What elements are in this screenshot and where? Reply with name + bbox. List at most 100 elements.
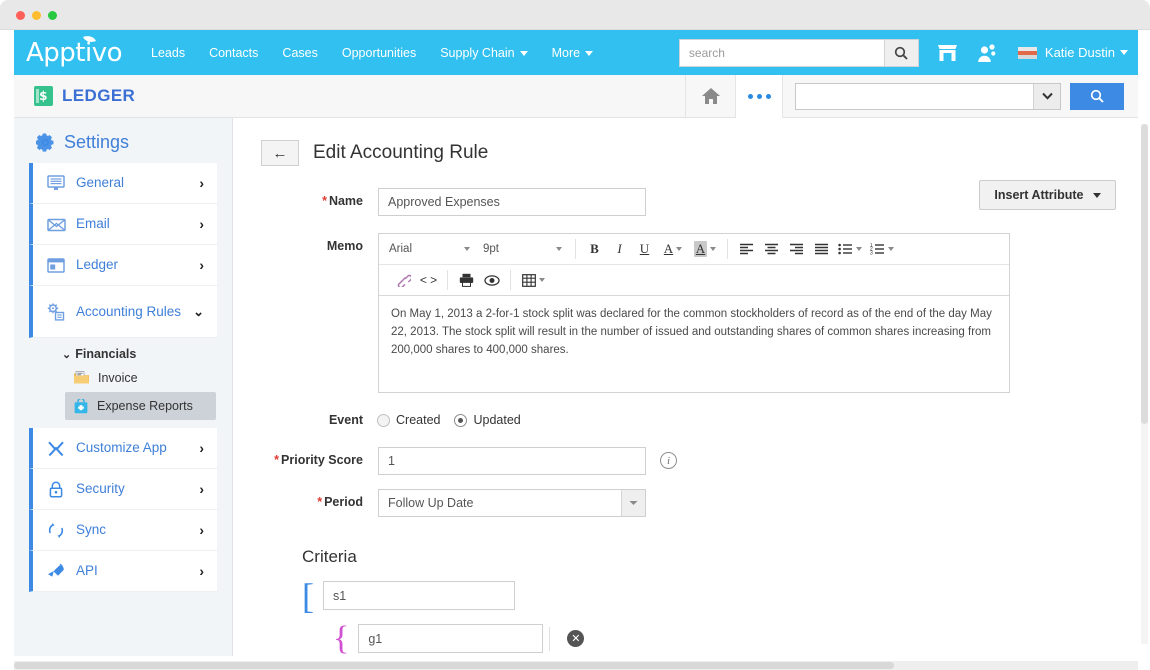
page-title: Edit Accounting Rule [313, 142, 488, 164]
insert-attribute-button[interactable]: Insert Attribute [979, 180, 1116, 210]
align-right-button[interactable] [784, 238, 809, 261]
page-header: ← Edit Accounting Rule [247, 132, 1116, 166]
window-titlebar [0, 0, 1150, 30]
sidebar-item-expense-reports[interactable]: Expense Reports [65, 392, 216, 420]
align-left-button[interactable] [734, 238, 759, 261]
chevron-down-icon: ⌄ [193, 304, 204, 320]
priority-score-input[interactable] [378, 447, 646, 475]
bullet-list-button[interactable] [834, 238, 866, 261]
nav-item-more[interactable]: More [541, 40, 604, 66]
sidebar-item-invoice-label: Invoice [98, 371, 138, 385]
chevron-down-icon [556, 247, 562, 251]
app-store-button[interactable] [937, 44, 958, 62]
vertical-scrollbar[interactable] [1141, 124, 1148, 644]
nav-item-opportunities[interactable]: Opportunities [331, 40, 427, 66]
bold-button[interactable]: B [582, 238, 607, 261]
sidebar-group-financials[interactable]: ⌄ Financials [62, 347, 232, 361]
chevron-down-icon [464, 247, 470, 251]
sync-icon [45, 522, 67, 539]
vertical-scrollbar-thumb[interactable] [1141, 124, 1148, 424]
font-family-select[interactable]: Arial [383, 238, 477, 260]
more-actions-button[interactable] [735, 75, 783, 118]
align-justify-button[interactable] [809, 238, 834, 261]
radio-circle-selected-icon [454, 414, 467, 427]
chevron-down-icon [1042, 92, 1053, 100]
ledger-book-icon: $ [34, 86, 53, 106]
sidebar-item-security[interactable]: Security › [29, 469, 217, 510]
home-button[interactable] [685, 75, 735, 118]
user-menu[interactable]: Katie Dustin [1018, 45, 1128, 60]
app-search-input[interactable] [796, 84, 1033, 109]
nav-item-leads[interactable]: Leads [140, 40, 196, 66]
global-search-input[interactable] [680, 40, 884, 66]
underline-button[interactable]: U [632, 238, 657, 261]
source-code-button[interactable]: < > [416, 269, 441, 292]
required-marker: * [274, 453, 279, 467]
sidebar-item-accounting-rules[interactable]: Accounting Rules ⌄ [29, 286, 217, 338]
collaborators-button[interactable] [976, 43, 998, 63]
align-right-icon [789, 243, 804, 255]
chevron-down-icon [539, 278, 545, 282]
criteria-set-input[interactable] [323, 581, 515, 610]
minimize-window-button[interactable] [32, 11, 41, 20]
app-header-bar: $ LEDGER [14, 75, 1138, 118]
app-search-button[interactable] [1070, 83, 1124, 110]
align-justify-icon [814, 243, 829, 255]
delete-criteria-button[interactable]: ✕ [567, 630, 584, 647]
sidebar-item-sync[interactable]: Sync › [29, 510, 217, 551]
nav-item-contacts[interactable]: Contacts [198, 40, 269, 66]
numbered-list-button[interactable]: 123 [866, 238, 898, 261]
field-row-priority-score: *Priority Score i [247, 447, 1116, 475]
align-left-icon [739, 243, 754, 255]
insert-attribute-label: Insert Attribute [994, 188, 1083, 202]
memo-text-body[interactable]: On May 1, 2013 a 2-for-1 stock split was… [379, 296, 1009, 392]
print-button[interactable] [454, 269, 479, 292]
settings-sidebar: Settings General › [14, 118, 233, 656]
toolbar-divider [510, 270, 511, 290]
radio-created[interactable]: Created [377, 413, 440, 427]
top-nav-right: Katie Dustin [679, 39, 1128, 67]
chevron-down-icon [856, 247, 862, 251]
app-title[interactable]: $ LEDGER [34, 86, 135, 106]
back-button[interactable]: ← [261, 140, 299, 166]
period-select-arrow[interactable] [621, 490, 645, 516]
sidebar-item-general-label: General [76, 175, 124, 191]
content-area: Settings General › [14, 118, 1138, 656]
text-color-button[interactable]: A [657, 238, 689, 261]
toolbar-divider [727, 239, 728, 259]
app-search-dropdown-button[interactable] [1033, 84, 1060, 109]
app-search-field [795, 83, 1061, 110]
horizontal-scrollbar-thumb[interactable] [14, 662, 894, 669]
italic-button[interactable]: I [607, 238, 632, 261]
sidebar-item-invoice[interactable]: Invoice [69, 364, 232, 392]
insert-table-button[interactable] [517, 269, 549, 292]
apptivo-logo[interactable]: Apptivo [20, 40, 122, 66]
toolbar-divider [575, 239, 576, 259]
maximize-window-button[interactable] [48, 11, 57, 20]
primary-nav-links: Leads Contacts Cases Opportunities Suppl… [140, 40, 604, 66]
preview-button[interactable] [479, 269, 504, 292]
info-icon[interactable]: i [660, 452, 677, 469]
sidebar-item-security-label: Security [76, 481, 125, 497]
horizontal-scrollbar[interactable] [14, 661, 1138, 670]
radio-updated[interactable]: Updated [454, 413, 520, 427]
close-window-button[interactable] [16, 11, 25, 20]
align-center-button[interactable] [759, 238, 784, 261]
sidebar-item-api[interactable]: API › [29, 551, 217, 592]
highlight-color-button[interactable]: A [689, 238, 721, 261]
sidebar-item-customize-app[interactable]: Customize App › [29, 428, 217, 469]
field-row-event: Event Created Updated [247, 413, 1116, 427]
radio-created-label: Created [396, 413, 440, 427]
insert-link-button[interactable] [391, 269, 416, 292]
name-input[interactable] [378, 188, 646, 216]
sidebar-item-ledger[interactable]: Ledger › [29, 245, 217, 286]
font-size-select[interactable]: 9pt [477, 238, 569, 260]
period-select[interactable]: Follow Up Date [378, 489, 646, 517]
sidebar-item-general[interactable]: General › [29, 163, 217, 204]
global-search-button[interactable] [884, 40, 918, 66]
criteria-group-input[interactable] [358, 624, 543, 653]
font-size-value: 9pt [483, 243, 499, 255]
nav-item-supply-chain[interactable]: Supply Chain [429, 40, 538, 66]
nav-item-cases[interactable]: Cases [271, 40, 328, 66]
sidebar-item-email[interactable]: Email › [29, 204, 217, 245]
